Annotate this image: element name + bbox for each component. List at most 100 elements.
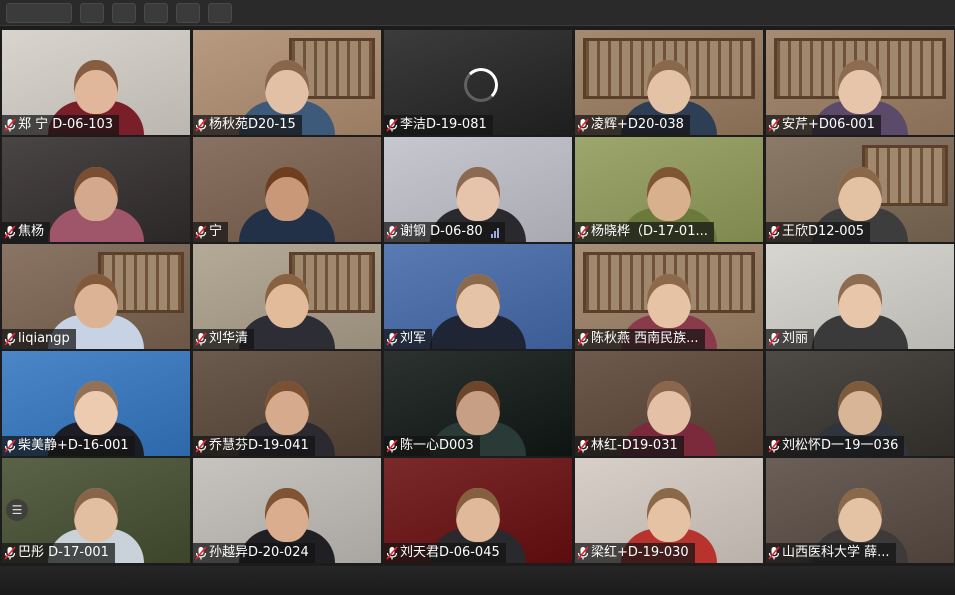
participant-name: 刘丽 [782,331,809,346]
mic-muted-icon [4,225,16,239]
participant-face [647,60,691,114]
participant-nametag: 宁 [193,222,229,242]
toolbar-button[interactable] [6,2,72,23]
participant-nametag: 杨秋苑D20-15 [193,115,302,135]
participant-face [74,167,118,221]
participant-face [456,167,500,221]
participant-face [74,381,118,435]
video-grid: 郑 宁 D-06-103 杨秋苑D20-15 李洁D-19-081 凌辉+D20-03… [2,30,954,565]
participant-name: 林红-D19-031 [591,438,678,453]
participant-name: 谢钢 D-06-80 [400,224,483,239]
participant-nametag: 安芹+D06-001 [766,115,881,135]
mic-muted-icon [577,118,589,132]
participant-name: 安芹+D06-001 [782,117,875,132]
participant-tile[interactable]: 柴美静+D-16-001 [2,351,190,456]
participant-nametag: 焦杨 [2,222,51,242]
mic-muted-icon [768,118,780,132]
participant-face [74,488,118,542]
participant-face [265,274,309,328]
participant-name: 王欣D12-005 [782,224,865,239]
participant-tile[interactable]: 梁红+D-19-030 [575,458,763,563]
participant-name: 陈一心D003 [400,438,474,453]
participant-tile[interactable]: 李洁D-19-081 [384,30,572,135]
participant-tile[interactable]: 陈秋燕 西南民族... [575,244,763,349]
participant-name: 梁红+D-19-030 [591,545,689,560]
menu-icon[interactable]: ☰ [6,499,28,521]
participant-face [265,381,309,435]
mic-muted-icon [577,439,589,453]
participant-tile[interactable]: 杨晓桦（D-17-01... [575,137,763,242]
participant-tile[interactable]: 刘松怀D一19一036 [766,351,954,456]
mic-muted-icon [195,118,207,132]
participant-name: 宁 [209,224,223,239]
mic-muted-icon [768,225,780,239]
participant-tile[interactable]: 刘天君D-06-045 [384,458,572,563]
participant-tile[interactable]: 焦杨 [2,137,190,242]
loading-spinner-icon [464,68,498,102]
mic-muted-icon [195,225,207,239]
mic-muted-icon [768,439,780,453]
participant-nametag: 林红-D19-031 [575,436,684,456]
participant-name: 乔慧芬D-19-041 [209,438,309,453]
mic-muted-icon [386,332,398,346]
participant-nametag: 刘天君D-06-045 [384,543,506,563]
participant-face [456,381,500,435]
participant-face [838,274,882,328]
participant-face [838,167,882,221]
participant-nametag: 李洁D-19-081 [384,115,493,135]
participant-tile[interactable]: 刘丽 [766,244,954,349]
participant-tile[interactable]: 刘华清 [193,244,381,349]
toolbar-button[interactable] [112,2,136,23]
participant-tile[interactable]: 凌辉+D20-038 [575,30,763,135]
participant-tile[interactable]: 山西医科大学 薛... [766,458,954,563]
participant-name: liqiangp [18,331,70,346]
eraser-icon[interactable] [208,2,232,23]
participant-face [838,381,882,435]
participant-nametag: 谢钢 D-06-80 [384,222,505,242]
participant-tile[interactable]: liqiangp [2,244,190,349]
participant-tile[interactable]: 王欣D12-005 [766,137,954,242]
participant-name: 山西医科大学 薛... [782,545,890,560]
participant-name: 巴彤 D-17-001 [18,545,109,560]
participant-nametag: 陈秋燕 西南民族... [575,329,705,349]
participant-nametag: 刘松怀D一19一036 [766,436,905,456]
pen-icon[interactable] [176,2,200,23]
participant-nametag: 杨晓桦（D-17-01... [575,222,714,242]
participant-tile[interactable]: 郑 宁 D-06-103 [2,30,190,135]
participant-nametag: 山西医科大学 薛... [766,543,896,563]
toolbar-button[interactable] [80,2,104,23]
participant-nametag: 巴彤 D-17-001 [2,543,115,563]
participant-tile[interactable]: 杨秋苑D20-15 [193,30,381,135]
participant-face [265,167,309,221]
participant-face [647,381,691,435]
mic-muted-icon [577,546,589,560]
participant-name: 刘松怀D一19一036 [782,438,899,453]
participant-tile[interactable]: 巴彤 D-17-001 [2,458,190,563]
participant-tile[interactable]: 孙越异D-20-024 [193,458,381,563]
participant-nametag: 乔慧芬D-19-041 [193,436,315,456]
participant-tile[interactable]: 谢钢 D-06-80 [384,137,572,242]
participant-tile[interactable]: 安芹+D06-001 [766,30,954,135]
participant-tile[interactable]: 刘军 [384,244,572,349]
participant-tile[interactable]: 林红-D19-031 [575,351,763,456]
participant-name: 刘军 [400,331,427,346]
mic-muted-icon [4,439,16,453]
mic-muted-icon [577,225,589,239]
participant-face [74,60,118,114]
toolbar-button[interactable] [144,2,168,23]
participant-face [647,274,691,328]
participant-face [838,488,882,542]
mic-muted-icon [577,332,589,346]
participant-nametag: 刘华清 [193,329,255,349]
mic-muted-icon [386,439,398,453]
participant-name: 柴美静+D-16-001 [18,438,129,453]
participant-tile[interactable]: 乔慧芬D-19-041 [193,351,381,456]
participant-name: 郑 宁 D-06-103 [18,117,114,132]
participant-nametag: 凌辉+D20-038 [575,115,690,135]
participant-tile[interactable]: 宁 [193,137,381,242]
mic-muted-icon [195,439,207,453]
participant-nametag: 陈一心D003 [384,436,480,456]
participant-tile[interactable]: 陈一心D003 [384,351,572,456]
signal-strength-icon [490,226,499,238]
participant-nametag: 郑 宁 D-06-103 [2,115,120,135]
